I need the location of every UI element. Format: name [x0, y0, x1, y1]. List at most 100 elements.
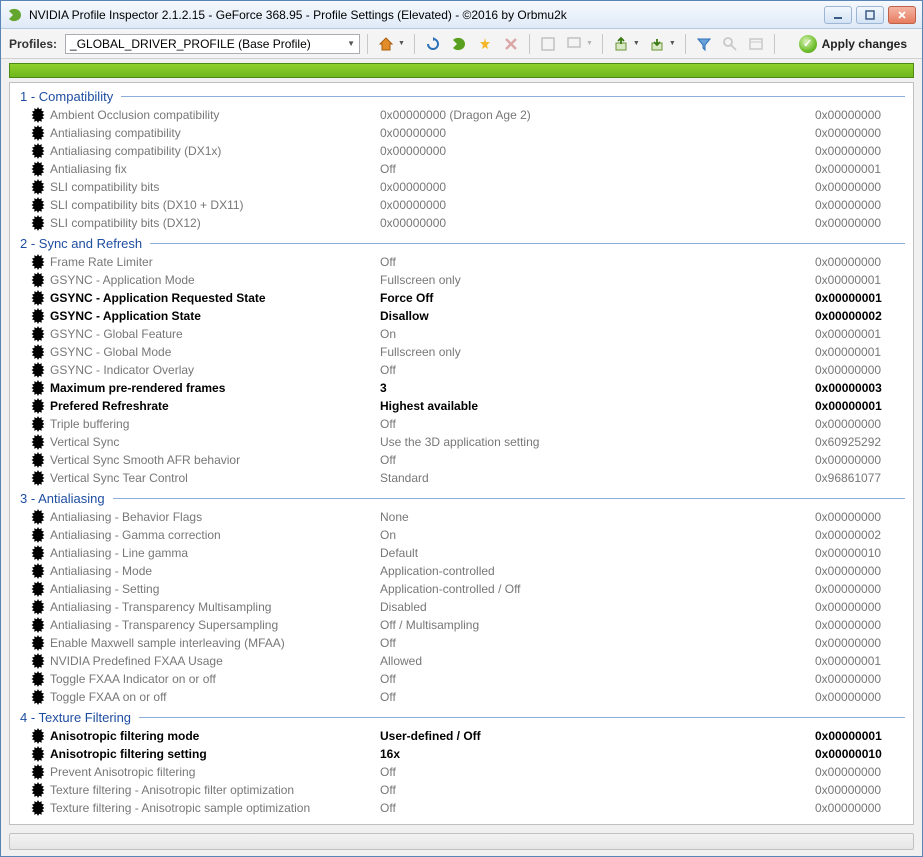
section-header[interactable]: 1 - Compatibility [10, 85, 913, 106]
setting-value[interactable]: 16x [380, 747, 815, 761]
setting-row[interactable]: Anisotropic filtering modeUser-defined /… [10, 727, 913, 745]
setting-value[interactable]: Off [380, 363, 815, 377]
remove-app-button[interactable] [563, 33, 585, 55]
setting-row[interactable]: GSYNC - Application StateDisallow0x00000… [10, 307, 913, 325]
setting-row[interactable]: SLI compatibility bits0x000000000x000000… [10, 178, 913, 196]
setting-value[interactable]: Disallow [380, 309, 815, 323]
setting-name: Prevent Anisotropic filtering [50, 765, 380, 779]
setting-value[interactable]: Use the 3D application setting [380, 435, 815, 449]
setting-value[interactable]: Off [380, 672, 815, 686]
setting-row[interactable]: SLI compatibility bits (DX10 + DX11)0x00… [10, 196, 913, 214]
setting-row[interactable]: Ambient Occlusion compatibility0x0000000… [10, 106, 913, 124]
setting-value[interactable]: Off [380, 453, 815, 467]
setting-row[interactable]: SLI compatibility bits (DX12)0x000000000… [10, 214, 913, 232]
section-header[interactable]: 3 - Antialiasing [10, 487, 913, 508]
setting-value[interactable]: Off [380, 765, 815, 779]
filter-button[interactable] [693, 33, 715, 55]
setting-value[interactable]: Off [380, 690, 815, 704]
setting-value[interactable]: Application-controlled [380, 564, 815, 578]
profile-combobox[interactable]: _GLOBAL_DRIVER_PROFILE (Base Profile) ▼ [65, 34, 360, 54]
setting-row[interactable]: Vertical Sync Tear ControlStandard0x9686… [10, 469, 913, 487]
setting-row[interactable]: GSYNC - Global ModeFullscreen only0x0000… [10, 343, 913, 361]
setting-value[interactable]: 0x00000000 [380, 180, 815, 194]
setting-row[interactable]: Toggle FXAA Indicator on or offOff0x0000… [10, 670, 913, 688]
setting-value[interactable]: Application-controlled / Off [380, 582, 815, 596]
setting-value[interactable]: Default [380, 546, 815, 560]
setting-value[interactable]: Off [380, 636, 815, 650]
section-header[interactable]: 4 - Texture Filtering [10, 706, 913, 727]
setting-value[interactable]: Off / Multisampling [380, 618, 815, 632]
minimize-button[interactable] [824, 6, 852, 24]
settings-list[interactable]: 1 - CompatibilityAmbient Occlusion compa… [10, 83, 913, 824]
setting-value[interactable]: Standard [380, 471, 815, 485]
setting-row[interactable]: Antialiasing - Transparency Supersamplin… [10, 616, 913, 634]
horizontal-scrollbar[interactable] [9, 833, 914, 850]
setting-value[interactable]: 0x00000000 (Dragon Age 2) [380, 108, 815, 122]
setting-value[interactable]: Off [380, 783, 815, 797]
setting-value[interactable]: None [380, 510, 815, 524]
search-button[interactable] [719, 33, 741, 55]
maximize-button[interactable] [856, 6, 884, 24]
setting-value[interactable]: 0x00000000 [380, 126, 815, 140]
setting-value[interactable]: Off [380, 801, 815, 815]
setting-row[interactable]: Antialiasing fixOff0x00000001 [10, 160, 913, 178]
setting-row[interactable]: GSYNC - Application ModeFullscreen only0… [10, 271, 913, 289]
setting-row[interactable]: Toggle FXAA on or offOff0x00000000 [10, 688, 913, 706]
setting-value[interactable]: 3 [380, 381, 815, 395]
setting-value[interactable]: User-defined / Off [380, 729, 815, 743]
setting-row[interactable]: NVIDIA Predefined FXAA UsageAllowed0x000… [10, 652, 913, 670]
setting-value[interactable]: Off [380, 162, 815, 176]
setting-row[interactable]: Antialiasing - Line gammaDefault0x000000… [10, 544, 913, 562]
new-profile-button[interactable] [474, 33, 496, 55]
setting-row[interactable]: GSYNC - Indicator OverlayOff0x00000000 [10, 361, 913, 379]
close-button[interactable] [888, 6, 916, 24]
setting-value[interactable]: Allowed [380, 654, 815, 668]
setting-row[interactable]: GSYNC - Global FeatureOn0x00000001 [10, 325, 913, 343]
home-button[interactable] [375, 33, 397, 55]
setting-row[interactable]: Antialiasing compatibility (DX1x)0x00000… [10, 142, 913, 160]
setting-value[interactable]: 0x00000000 [380, 144, 815, 158]
settings-button[interactable] [745, 33, 767, 55]
setting-row[interactable]: Frame Rate LimiterOff0x00000000 [10, 253, 913, 271]
setting-value[interactable]: 0x00000000 [380, 216, 815, 230]
setting-value[interactable]: On [380, 327, 815, 341]
setting-row[interactable]: Maximum pre-rendered frames30x00000003 [10, 379, 913, 397]
setting-row[interactable]: Texture filtering - Anisotropic filter o… [10, 781, 913, 799]
setting-value[interactable]: Disabled [380, 600, 815, 614]
setting-row[interactable]: Enable Maxwell sample interleaving (MFAA… [10, 634, 913, 652]
add-app-button[interactable] [537, 33, 559, 55]
setting-value[interactable]: 0x00000000 [380, 198, 815, 212]
setting-value[interactable]: Fullscreen only [380, 273, 815, 287]
setting-row[interactable]: Prevent Anisotropic filteringOff0x000000… [10, 763, 913, 781]
apply-changes-button[interactable]: ✓ Apply changes [792, 31, 914, 57]
setting-row[interactable]: Antialiasing - SettingApplication-contro… [10, 580, 913, 598]
home-dropdown[interactable]: ▼ [398, 40, 405, 47]
setting-row[interactable]: Antialiasing - ModeApplication-controlle… [10, 562, 913, 580]
section-header[interactable]: 2 - Sync and Refresh [10, 232, 913, 253]
setting-row[interactable]: GSYNC - Application Requested StateForce… [10, 289, 913, 307]
setting-row[interactable]: Prefered RefreshrateHighest available0x0… [10, 397, 913, 415]
setting-value[interactable]: Force Off [380, 291, 815, 305]
export-dropdown[interactable]: ▼ [633, 40, 640, 47]
setting-value[interactable]: Fullscreen only [380, 345, 815, 359]
setting-value[interactable]: On [380, 528, 815, 542]
setting-value[interactable]: Off [380, 255, 815, 269]
setting-row[interactable]: Antialiasing - Gamma correctionOn0x00000… [10, 526, 913, 544]
app-dropdown[interactable]: ▼ [586, 40, 593, 47]
setting-row[interactable]: Texture filtering - Anisotropic sample o… [10, 799, 913, 817]
setting-value[interactable]: Off [380, 417, 815, 431]
delete-profile-button[interactable] [500, 33, 522, 55]
setting-row[interactable]: Vertical Sync Smooth AFR behaviorOff0x00… [10, 451, 913, 469]
setting-row[interactable]: Antialiasing - Behavior FlagsNone0x00000… [10, 508, 913, 526]
setting-row[interactable]: Antialiasing compatibility0x000000000x00… [10, 124, 913, 142]
import-dropdown[interactable]: ▼ [669, 40, 676, 47]
refresh-button[interactable] [422, 33, 444, 55]
setting-row[interactable]: Triple bufferingOff0x00000000 [10, 415, 913, 433]
setting-row[interactable]: Vertical SyncUse the 3D application sett… [10, 433, 913, 451]
setting-row[interactable]: Anisotropic filtering setting16x0x000000… [10, 745, 913, 763]
nvidia-button[interactable] [448, 33, 470, 55]
export-button[interactable] [610, 33, 632, 55]
import-button[interactable] [646, 33, 668, 55]
setting-row[interactable]: Antialiasing - Transparency Multisamplin… [10, 598, 913, 616]
setting-value[interactable]: Highest available [380, 399, 815, 413]
